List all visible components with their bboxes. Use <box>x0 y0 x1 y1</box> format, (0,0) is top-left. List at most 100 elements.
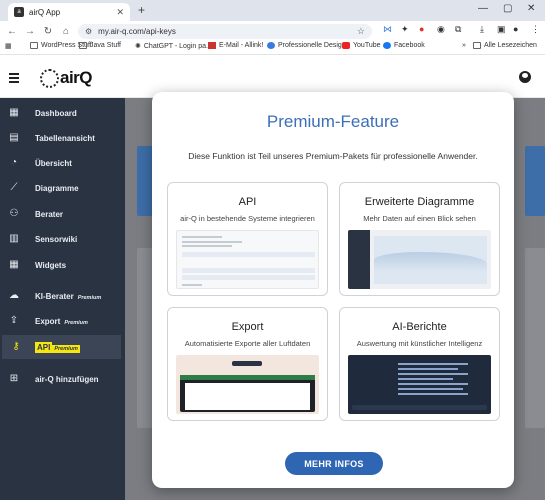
account-icon[interactable] <box>519 71 531 83</box>
feature-card-ai-berichte[interactable]: AI-Berichte Auswertung mit künstlicher I… <box>339 307 500 421</box>
bookmark-facebook[interactable]: Facebook <box>383 42 425 49</box>
background-panel <box>525 248 545 428</box>
bookmark-star-icon[interactable]: ☆ <box>357 26 365 37</box>
extensions-puzzle-icon[interactable]: ⧉ <box>455 24 461 35</box>
bookmark-label: Professionelle Desig... <box>278 42 348 49</box>
back-icon[interactable]: ← <box>3 26 21 37</box>
sidebar-item-label: Widgets <box>35 260 67 270</box>
table-icon: ▤ <box>9 132 19 143</box>
design-icon <box>267 42 275 49</box>
sidebar-item-air-q-hinzufuegen[interactable]: ⊞ air-Q hinzufügen <box>0 367 125 391</box>
browser-tab[interactable]: a airQ App ✕ <box>8 3 130 21</box>
card-title: Export <box>231 321 264 333</box>
sidebar-item-berater[interactable]: ⚇ Berater <box>0 202 125 226</box>
menu-kebab-icon[interactable]: ⋮ <box>531 24 540 35</box>
preview-input <box>352 405 487 410</box>
close-window-icon[interactable]: ✕ <box>527 3 535 14</box>
modal-title: Premium-Feature <box>266 112 400 131</box>
chatgpt-icon: ✺ <box>135 43 141 50</box>
feature-card-api[interactable]: API air-Q in bestehende Systeme integrie… <box>167 182 328 296</box>
sidebar-item-label: Diagramme <box>35 183 79 193</box>
address-bar[interactable]: ⚙ my.air-q.com/api-keys ☆ <box>78 24 372 39</box>
bookmark-label: E-Mail - Allink! <box>219 42 264 49</box>
maximize-icon[interactable]: ▢ <box>503 3 512 14</box>
card-title: Erweiterte Diagramme <box>364 196 475 208</box>
apps-grid-icon[interactable]: ▦ <box>5 42 12 50</box>
bookmark-label: Java Stuff <box>90 42 122 49</box>
extension-dark-icon[interactable]: ◉ <box>437 24 445 35</box>
sidebar-item-diagramme[interactable]: ⟋ Diagramme <box>0 176 125 200</box>
background-card <box>525 146 545 216</box>
site-info-icon[interactable]: ⚙ <box>85 27 92 36</box>
sidebar-item-api[interactable]: ⚷ API Premium <box>2 335 121 359</box>
sidebar: ▦ Dashboard ▤ Tabellenansicht ◔ Übersich… <box>0 98 125 500</box>
browser-tab-bar: a airQ App ✕ + — ▢ ✕ <box>0 0 545 21</box>
preview-line <box>182 284 202 286</box>
sidebar-item-uebersicht[interactable]: ◔ Übersicht <box>0 151 125 175</box>
sidebar-item-label: Berater <box>35 209 64 219</box>
bookmark-design[interactable]: Professionelle Desig... <box>267 42 348 49</box>
card-description: Automatisierte Exporte aller Luftdaten <box>184 339 311 348</box>
sidebar-item-label: KI-Berater Premium <box>35 292 101 301</box>
preview-row <box>182 275 315 280</box>
people-icon: ⚇ <box>9 208 19 219</box>
sidebar-item-label: air-Q hinzufügen <box>35 374 99 384</box>
bookmark-youtube[interactable]: YouTube <box>342 42 381 49</box>
sidebar-item-ki-berater[interactable]: ☁ KI-Berater Premium <box>0 284 125 308</box>
book-icon: ▥ <box>9 233 19 244</box>
export-icon: ⇪ <box>9 315 19 326</box>
forward-icon[interactable]: → <box>21 26 39 37</box>
logo-text: airQ <box>60 68 93 87</box>
share-icon[interactable]: ⋈ <box>383 24 392 35</box>
sidepanel-icon[interactable]: ▣ <box>497 24 506 35</box>
card-description: Mehr Daten auf einen Blick sehen <box>363 214 476 223</box>
sidebar-item-text: KI-Berater <box>35 291 74 301</box>
preview-line <box>182 245 232 247</box>
dashboard-icon: ▦ <box>9 107 19 118</box>
bookmark-email[interactable]: E-Mail - Allink! <box>208 42 263 49</box>
overview-icon: ◔ <box>10 157 18 168</box>
premium-feature-modal: Premium-Feature Diese Funktion ist Teil … <box>152 92 514 488</box>
sidebar-item-export[interactable]: ⇪ Export Premium <box>0 309 125 333</box>
download-icon[interactable]: ⤓ <box>480 24 484 35</box>
card-title: AI-Berichte <box>392 321 447 333</box>
extension-red-icon[interactable]: ● <box>419 24 424 34</box>
preview-line <box>182 236 222 238</box>
feature-card-erweiterte-diagramme[interactable]: Erweiterte Diagramme Mehr Daten auf eine… <box>339 182 500 296</box>
airq-logo[interactable]: airQ <box>40 68 93 88</box>
preview-text-line <box>398 363 468 365</box>
bookmark-chatgpt[interactable]: ✺ ChatGPT - Login pa... <box>135 42 212 51</box>
sidebar-item-sensorwiki[interactable]: ▥ Sensorwiki <box>0 227 125 251</box>
card-description: air-Q in bestehende Systeme integrieren <box>180 214 315 223</box>
bookmark-java[interactable]: Java Stuff <box>79 42 121 49</box>
preview-text-line <box>398 373 468 375</box>
minimize-icon[interactable]: — <box>478 3 488 14</box>
folder-icon <box>30 42 38 49</box>
sidebar-item-dashboard[interactable]: ▦ Dashboard <box>0 101 125 125</box>
new-tab-icon[interactable]: + <box>138 3 145 17</box>
sidebar-item-label: API Premium <box>35 341 80 353</box>
add-icon: ⊞ <box>9 373 19 384</box>
preview-sidebar <box>348 230 370 289</box>
bookmark-label: Alle Lesezeichen <box>484 42 537 49</box>
bookmark-all[interactable]: Alle Lesezeichen <box>473 42 537 49</box>
sidebar-item-text: API <box>35 341 53 353</box>
hamburger-menu-icon[interactable] <box>9 73 19 85</box>
ai-report-preview-image <box>348 355 491 414</box>
card-title: API <box>238 196 257 208</box>
facebook-icon <box>383 42 391 49</box>
mehr-infos-button[interactable]: MEHR INFOS <box>285 452 383 475</box>
profile-avatar-icon[interactable]: ● <box>513 24 518 34</box>
youtube-icon <box>342 42 350 49</box>
feature-card-export[interactable]: Export Automatisierte Exporte aller Luft… <box>167 307 328 421</box>
bookmark-label: ChatGPT - Login pa... <box>143 42 212 50</box>
extension-icon[interactable]: ✦ <box>401 24 409 35</box>
sidebar-item-tabellenansicht[interactable]: ▤ Tabellenansicht <box>0 126 125 150</box>
home-icon[interactable]: ⌂ <box>57 26 75 37</box>
close-tab-icon[interactable]: ✕ <box>116 7 124 18</box>
more-bookmarks-icon[interactable]: » <box>462 42 466 49</box>
modal-subtitle: Diese Funktion ist Teil unseres Premium-… <box>188 151 478 161</box>
sidebar-item-widgets[interactable]: ▦ Widgets <box>0 253 125 277</box>
reload-icon[interactable]: ↻ <box>39 26 57 37</box>
sidebar-item-text: Export <box>35 316 61 326</box>
